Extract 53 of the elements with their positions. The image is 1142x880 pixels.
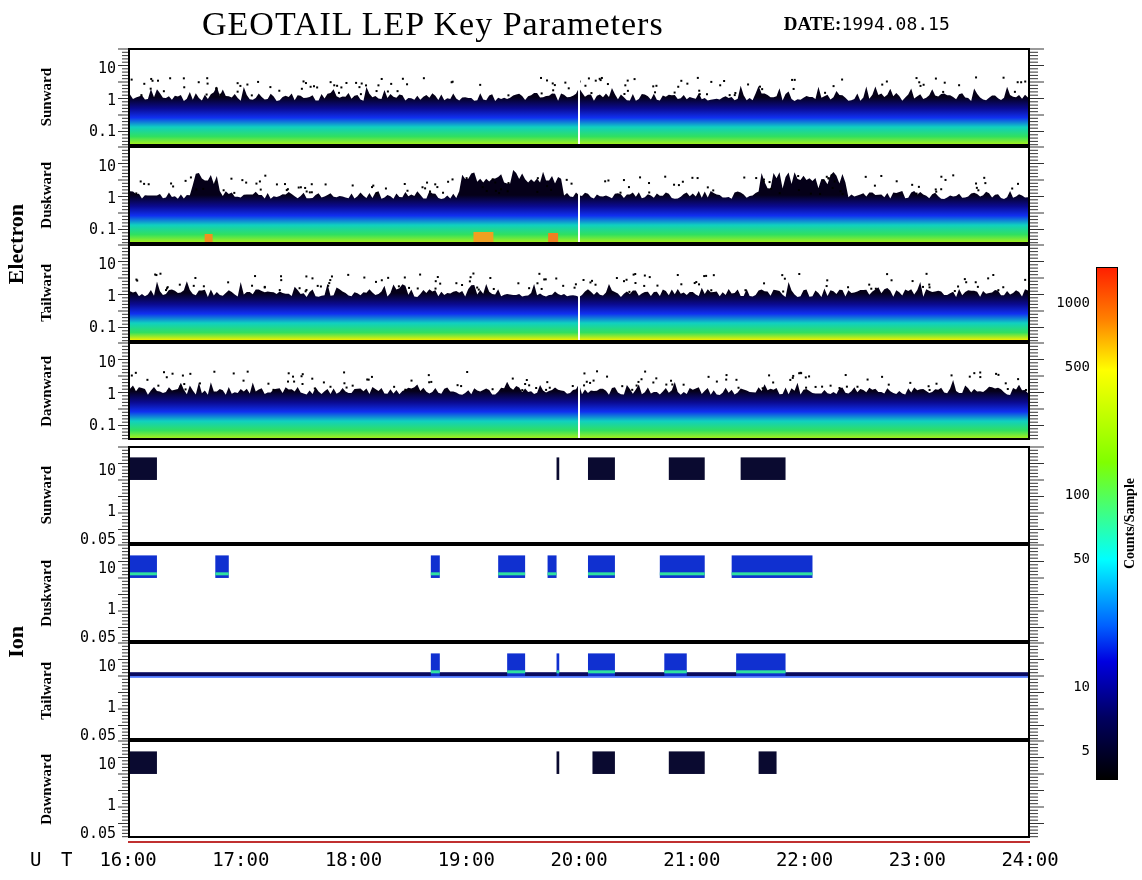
y-tick-label: 1	[106, 503, 116, 519]
y-tick-label: 1	[106, 288, 116, 304]
y-tick-label: 1	[106, 92, 116, 108]
y-tick-label: 1	[106, 797, 116, 813]
y-tick-label: 0.05	[79, 825, 116, 841]
y-tick-label: 0.05	[79, 727, 116, 743]
colorbar-tick-label: 50	[1073, 550, 1090, 565]
y-tick-label: 10	[97, 256, 116, 272]
date-value: 1994.08.15	[841, 13, 950, 34]
x-tick-label: 23:00	[888, 848, 946, 870]
y-tick-label: 1	[106, 601, 116, 617]
x-tick-label: 18:00	[324, 848, 383, 870]
group-label: Ion	[3, 626, 29, 658]
colorbar-tick-label: 500	[1064, 359, 1090, 373]
group-label: Electron	[3, 203, 29, 285]
x-tick-label: 22:00	[775, 848, 834, 870]
y-tick-label: 0.1	[88, 417, 116, 433]
y-tick-label: 10	[97, 462, 116, 477]
y-tick-label: 10	[97, 756, 116, 771]
panel-label: Dawnward	[37, 355, 55, 427]
panel-label: Dawnward	[37, 753, 55, 825]
y-tick-label: 10	[97, 560, 116, 575]
x-tick-label: 24:00	[1001, 848, 1059, 870]
panel-label: Duskward	[37, 161, 55, 229]
y-tick-label: 0.1	[88, 319, 116, 335]
y-tick-label: 1	[106, 190, 116, 206]
colorbar-label: Counts/Sample	[1122, 478, 1138, 569]
y-tick-label: 10	[97, 658, 116, 673]
y-tick-label: 0.1	[88, 221, 116, 237]
y-tick-label: 10	[97, 60, 116, 76]
y-tick-label: 0.05	[79, 629, 116, 645]
y-tick-label: 1	[106, 386, 116, 402]
x-tick-label: 16:00	[99, 848, 157, 870]
panel-label: Tailward	[37, 662, 55, 720]
x-tick-label: 21:00	[663, 848, 721, 870]
y-tick-label: 0.05	[79, 531, 116, 547]
x-tick-label: 19:00	[437, 848, 495, 870]
y-tick-label: 10	[97, 158, 116, 174]
panel-label: Duskward	[37, 559, 55, 627]
panel-label: Sunward	[37, 67, 55, 127]
panel-label: Tailward	[37, 264, 55, 322]
y-tick-label: 1	[106, 699, 116, 715]
y-tick-label: 0.1	[88, 123, 116, 139]
x-tick-label: 17:00	[212, 848, 270, 870]
colorbar-tick-label: 5	[1081, 743, 1090, 758]
date-label: DATE:	[783, 13, 842, 35]
colorbar-tick-label: 10	[1073, 679, 1090, 694]
colorbar-tick-label: 100	[1064, 486, 1090, 501]
plot-title: GEOTAIL LEP Key Parameters	[202, 5, 664, 43]
x-tick-label: 20:00	[550, 848, 608, 870]
panel-label: Sunward	[37, 465, 55, 525]
y-tick-label: 10	[97, 354, 116, 370]
colorbar-tick-label: 1000	[1056, 294, 1090, 309]
